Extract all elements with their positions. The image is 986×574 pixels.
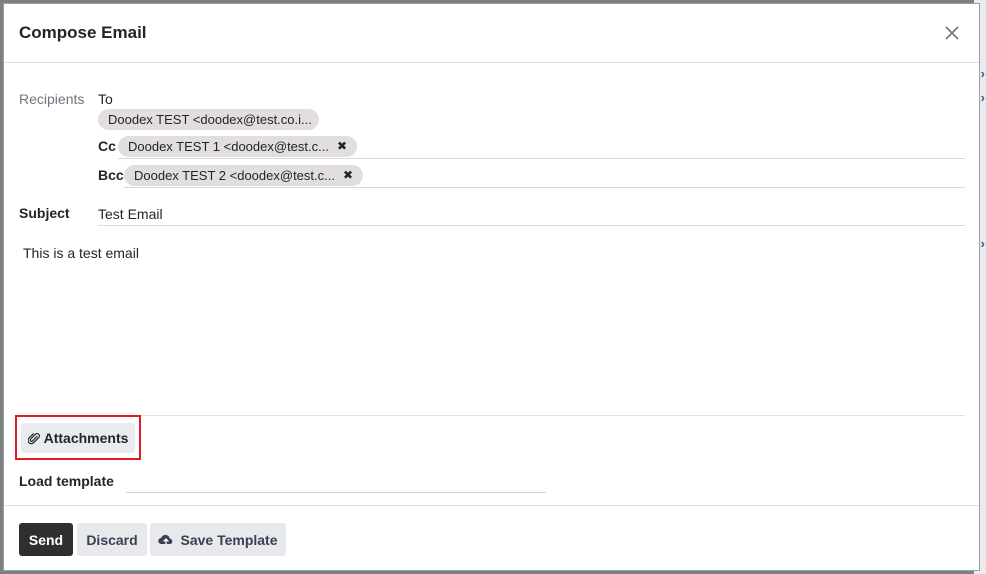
- compose-email-dialog: Compose Email Recipients To Doodex TEST …: [3, 3, 980, 571]
- bcc-recipient-tag[interactable]: Doodex TEST 2 <doodex@test.c... ✖: [124, 165, 364, 186]
- bcc-field-underline: [124, 187, 965, 188]
- attachments-highlight: Attachments: [15, 415, 141, 460]
- attachments-button[interactable]: Attachments: [21, 423, 135, 453]
- remove-icon[interactable]: ✖: [337, 136, 347, 157]
- dialog-body: Recipients To Doodex TEST <doodex@test.c…: [4, 63, 979, 505]
- attachments-label: Attachments: [43, 430, 129, 446]
- save-template-button[interactable]: Save Template: [150, 523, 286, 556]
- subject-label: Subject: [19, 205, 70, 221]
- subject-input[interactable]: Test Email: [98, 206, 163, 222]
- to-recipient-name: Doodex TEST <doodex@test.co.i...: [108, 112, 312, 127]
- send-button[interactable]: Send: [19, 523, 73, 556]
- to-recipient-tag[interactable]: Doodex TEST <doodex@test.co.i...: [98, 109, 319, 130]
- editor-divider: [15, 415, 965, 416]
- dialog-footer: Send Discard Save Template: [4, 505, 979, 571]
- close-button[interactable]: [940, 21, 964, 45]
- dialog-title: Compose Email: [19, 23, 147, 42]
- cc-recipient-tag[interactable]: Doodex TEST 1 <doodex@test.c... ✖: [118, 136, 358, 157]
- background-link-fragment: ›: [980, 236, 985, 251]
- cc-label: Cc: [98, 138, 116, 154]
- paperclip-icon: [27, 432, 40, 444]
- to-label: To: [98, 91, 113, 107]
- remove-icon[interactable]: ✖: [343, 165, 353, 186]
- cc-recipient-name: Doodex TEST 1 <doodex@test.c...: [128, 139, 329, 154]
- subject-underline: [98, 225, 965, 226]
- background-link-fragment: ›: [980, 66, 985, 81]
- bcc-recipient-name: Doodex TEST 2 <doodex@test.c...: [134, 168, 335, 183]
- cloud-upload-icon: [158, 533, 174, 546]
- cc-field-underline: [118, 158, 965, 159]
- load-template-input[interactable]: [126, 492, 546, 493]
- message-body-editor[interactable]: This is a test email: [23, 245, 139, 261]
- save-template-label: Save Template: [180, 531, 278, 548]
- bcc-label: Bcc: [98, 167, 124, 183]
- discard-button[interactable]: Discard: [77, 523, 147, 556]
- dialog-header: Compose Email: [4, 4, 979, 63]
- close-icon: [945, 26, 959, 40]
- load-template-label: Load template: [19, 473, 114, 489]
- recipients-label: Recipients: [19, 91, 85, 107]
- background-link-fragment: ›: [980, 90, 985, 105]
